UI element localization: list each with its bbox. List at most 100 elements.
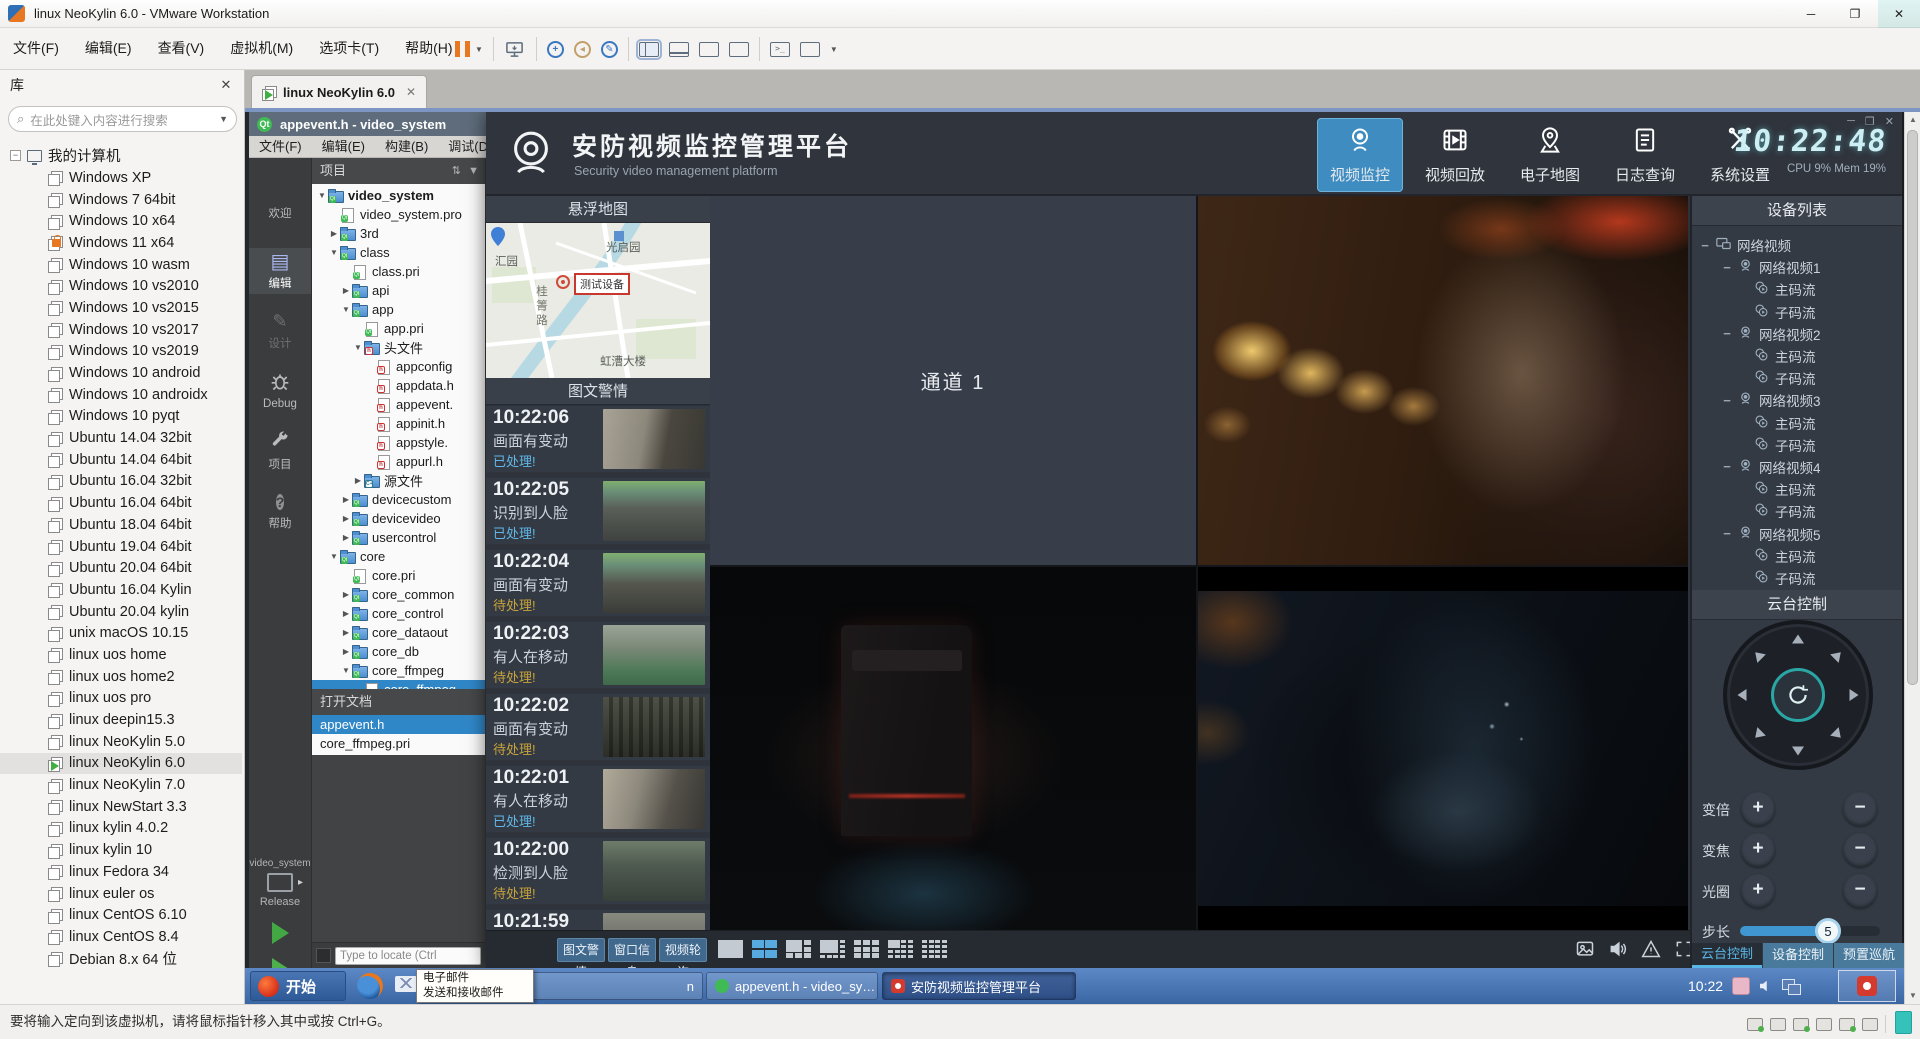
vm-list-item[interactable]: linux Fedora 34 — [0, 861, 242, 883]
minus-button[interactable]: − — [1843, 792, 1877, 826]
mail-icon[interactable] — [395, 976, 417, 992]
ptz-arrow-45[interactable] — [1830, 648, 1845, 663]
kit-selector-icon[interactable] — [267, 873, 293, 892]
collapse-icon[interactable]: − — [1722, 326, 1732, 341]
message-log-indicator[interactable] — [1895, 1011, 1912, 1034]
vm-list-item[interactable]: Windows 10 vs2019 — [0, 341, 242, 363]
project-tree-item[interactable]: ▶C+源文件 — [312, 471, 485, 490]
library-close-icon[interactable]: ✕ — [216, 70, 236, 100]
nav-视频监控[interactable]: 视频监控 — [1317, 118, 1403, 192]
cd-device-icon[interactable] — [1770, 1018, 1786, 1031]
chevron-down-icon[interactable]: ▼ — [328, 248, 340, 257]
project-tree-item[interactable]: happdata.h — [312, 376, 485, 395]
vm-list-item[interactable]: Windows 10 vs2010 — [0, 275, 242, 297]
video-channel-2[interactable] — [1198, 196, 1688, 565]
vm-list-item[interactable]: Debian 8.x 64 位 — [0, 948, 242, 970]
device-stream-item[interactable]: 主码流 — [1700, 345, 1902, 367]
project-tree-item[interactable]: ▼Qtclass — [312, 243, 485, 262]
unity-view-icon[interactable] — [729, 42, 749, 57]
chevron-down-icon[interactable]: ▼ — [340, 666, 352, 675]
output-pane-icon[interactable] — [316, 948, 331, 963]
project-tree-item[interactable]: ▶Qtdevicecustom — [312, 490, 485, 509]
collapse-icon[interactable]: − — [1722, 459, 1732, 474]
nav-日志查询[interactable]: 日志查询 — [1602, 118, 1688, 192]
chevron-right-icon[interactable]: ▶ — [340, 628, 352, 637]
alert-item[interactable]: 10:22:01有人在移动已处理! — [486, 766, 710, 832]
vm-list-item[interactable]: Ubuntu 18.04 64bit — [0, 514, 242, 536]
focused-tray-item[interactable] — [1838, 970, 1896, 1002]
vm-list-item[interactable]: linux CentOS 8.4 — [0, 926, 242, 948]
alert-thumbnail[interactable] — [603, 697, 705, 757]
qt-menu-构建(B)[interactable]: 构建(B) — [375, 136, 438, 157]
mode-欢迎[interactable]: 欢迎 — [249, 188, 311, 234]
vm-list-item[interactable]: linux uos home2 — [0, 666, 242, 688]
vm-list-item[interactable]: Windows 10 vs2017 — [0, 319, 242, 341]
mode-Debug[interactable]: Debug — [249, 368, 311, 414]
guest-scrollbar[interactable]: ▲ ▼ — [1904, 112, 1920, 1004]
video-channel-4[interactable] — [1198, 567, 1688, 930]
project-tree-item[interactable]: happevent. — [312, 395, 485, 414]
vm-list-item[interactable]: linux NeoKylin 5.0 — [0, 731, 242, 753]
snapshot-image-icon[interactable] — [1575, 939, 1595, 964]
device-camera-item[interactable]: −网络视频3 — [1700, 389, 1902, 411]
chevron-right-icon[interactable]: ▶ — [340, 590, 352, 599]
project-tree-item[interactable]: ▶Qtcore_control — [312, 604, 485, 623]
vm-list-item[interactable]: linux uos pro — [0, 688, 242, 710]
ptz-arrow-270[interactable] — [1738, 689, 1747, 701]
floating-map[interactable]: 汇园 光启园 桂箐路 虹漕大楼 测试设备 — [486, 223, 710, 378]
alert-thumbnail[interactable] — [603, 841, 705, 901]
run-button[interactable] — [272, 922, 289, 944]
ptz-arrow-90[interactable] — [1850, 689, 1859, 701]
vm-list-item[interactable]: Windows 10 wasm — [0, 254, 242, 276]
project-tree-item[interactable]: happurl.h — [312, 452, 485, 471]
plus-button[interactable]: + — [1741, 874, 1775, 908]
toolbar-窗口信息[interactable]: 窗口信息 — [608, 938, 656, 962]
alert-item[interactable]: 10:22:02画面有变动待处理! — [486, 694, 710, 760]
collapse-icon[interactable]: − — [1722, 260, 1732, 275]
layout-16-icon[interactable] — [922, 940, 947, 958]
toolbar-视频轮询[interactable]: 视频轮询 — [659, 938, 707, 962]
show-library-icon[interactable] — [639, 42, 659, 57]
project-tree-item[interactable]: ▶Qtcore_dataout — [312, 623, 485, 642]
vm-list-item[interactable]: Windows 10 pyqt — [0, 406, 242, 428]
show-thumbnail-bar-icon[interactable] — [669, 42, 689, 57]
toolbar-图文警情[interactable]: 图文警情 — [557, 938, 605, 962]
printer-device-icon[interactable] — [1816, 1018, 1832, 1031]
project-tree-item[interactable]: Qtclass.pri — [312, 262, 485, 281]
collapse-icon[interactable]: − — [1722, 526, 1732, 541]
sync-icon[interactable]: ⇅ — [452, 158, 461, 184]
device-root-item[interactable]: −网络视频 — [1700, 234, 1902, 256]
device-stream-item[interactable]: 子码流 — [1700, 301, 1902, 323]
scroll-down-icon[interactable]: ▼ — [1905, 988, 1920, 1004]
volume-tray-icon[interactable] — [1757, 977, 1775, 995]
vm-list-item[interactable]: Windows XP — [0, 167, 242, 189]
chevron-right-icon[interactable]: ▶ — [340, 514, 352, 523]
step-slider[interactable]: 5 — [1740, 926, 1880, 936]
vm-list-item[interactable]: Windows 10 vs2015 — [0, 297, 242, 319]
alert-item[interactable]: 10:22:04画面有变动待处理! — [486, 550, 710, 616]
revert-snapshot-icon[interactable]: ◂ — [574, 41, 591, 58]
video-channel-3[interactable] — [710, 567, 1196, 930]
fullscreen-icon[interactable] — [800, 42, 820, 57]
project-tree-item[interactable]: happstyle. — [312, 433, 485, 452]
vm-list-item[interactable]: linux euler os — [0, 883, 242, 905]
project-tree-item[interactable]: ▶Qtdevicevideo — [312, 509, 485, 528]
menu-文件(F)[interactable]: 文件(F) — [0, 28, 72, 69]
vm-list-item[interactable]: linux NeoKylin 6.0 — [0, 753, 242, 775]
firefox-icon[interactable] — [357, 973, 383, 999]
taskbar-window-button[interactable]: n — [530, 972, 703, 1000]
ptz-arrow-0[interactable] — [1792, 635, 1804, 644]
layout-13-icon[interactable] — [888, 940, 913, 958]
library-root-item[interactable]: − 我的计算机 — [0, 144, 242, 167]
vm-list-item[interactable]: Windows 10 android — [0, 362, 242, 384]
search-dropdown-icon[interactable]: ▼ — [219, 114, 228, 124]
menu-虚拟机(M)[interactable]: 虚拟机(M) — [217, 28, 306, 69]
maximize-button[interactable]: ❐ — [1834, 0, 1876, 28]
chevron-right-icon[interactable]: ▶ — [340, 609, 352, 618]
vm-list-item[interactable]: linux CentOS 6.10 — [0, 904, 242, 926]
map-device-marker[interactable]: 测试设备 — [574, 273, 630, 295]
menu-查看(V)[interactable]: 查看(V) — [145, 28, 218, 69]
collapse-icon[interactable]: − — [10, 150, 21, 161]
project-tree-item[interactable]: Qtapp.pri — [312, 319, 485, 338]
device-stream-item[interactable]: 子码流 — [1700, 367, 1902, 389]
